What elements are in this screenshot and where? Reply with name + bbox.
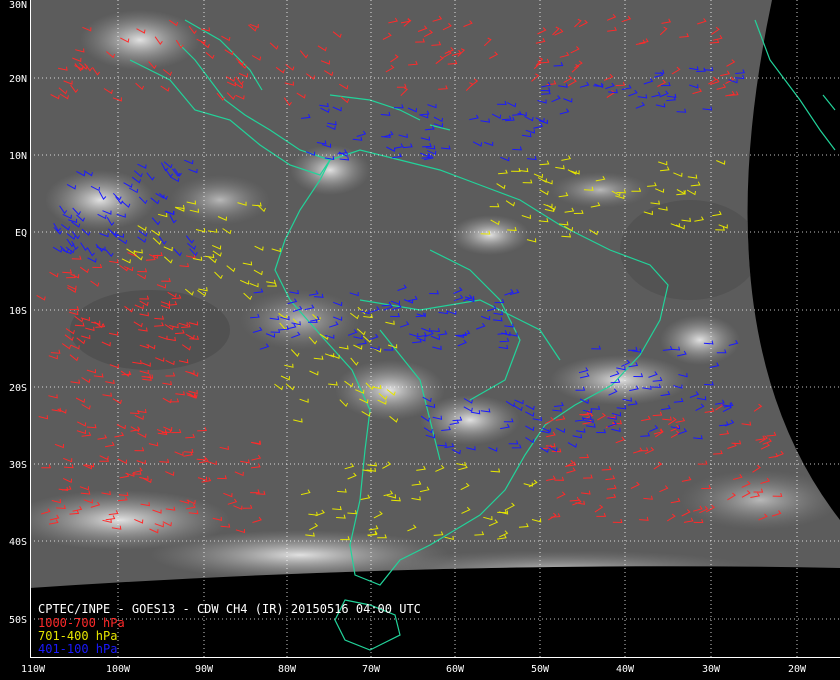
longitude-label: 80W: [278, 664, 297, 675]
satellite-wind-map: 30N 20N 10N EQ 10S 20S 30S 40S 50S 110W 100W 90W 80…: [0, 0, 840, 680]
latitude-label: 40S: [9, 537, 27, 548]
longitude-label: 60W: [446, 664, 465, 675]
longitude-label: 50W: [531, 664, 550, 675]
latitude-label: 30S: [9, 460, 27, 471]
latitude-label: 20S: [9, 383, 27, 394]
legend-high-level: 401-100 hPa: [38, 642, 118, 656]
longitude-label: 100W: [106, 664, 131, 675]
longitude-label: 110W: [21, 664, 46, 675]
ir-image: [30, 0, 840, 588]
longitude-label: 70W: [362, 664, 381, 675]
latitude-label: 10S: [9, 306, 27, 317]
latitude-label: EQ: [15, 228, 27, 239]
longitude-label: 40W: [616, 664, 635, 675]
longitude-label: 90W: [195, 664, 214, 675]
latitude-label: 30N: [9, 0, 27, 11]
longitude-label: 20W: [788, 664, 807, 675]
longitude-label: 30W: [702, 664, 721, 675]
latitude-label: 50S: [9, 615, 27, 626]
latitude-label: 10N: [9, 151, 27, 162]
latitude-label: 20N: [9, 74, 27, 85]
image-title: CPTEC/INPE - GOES13 - CDW CH4 (IR) 20150…: [38, 602, 421, 616]
